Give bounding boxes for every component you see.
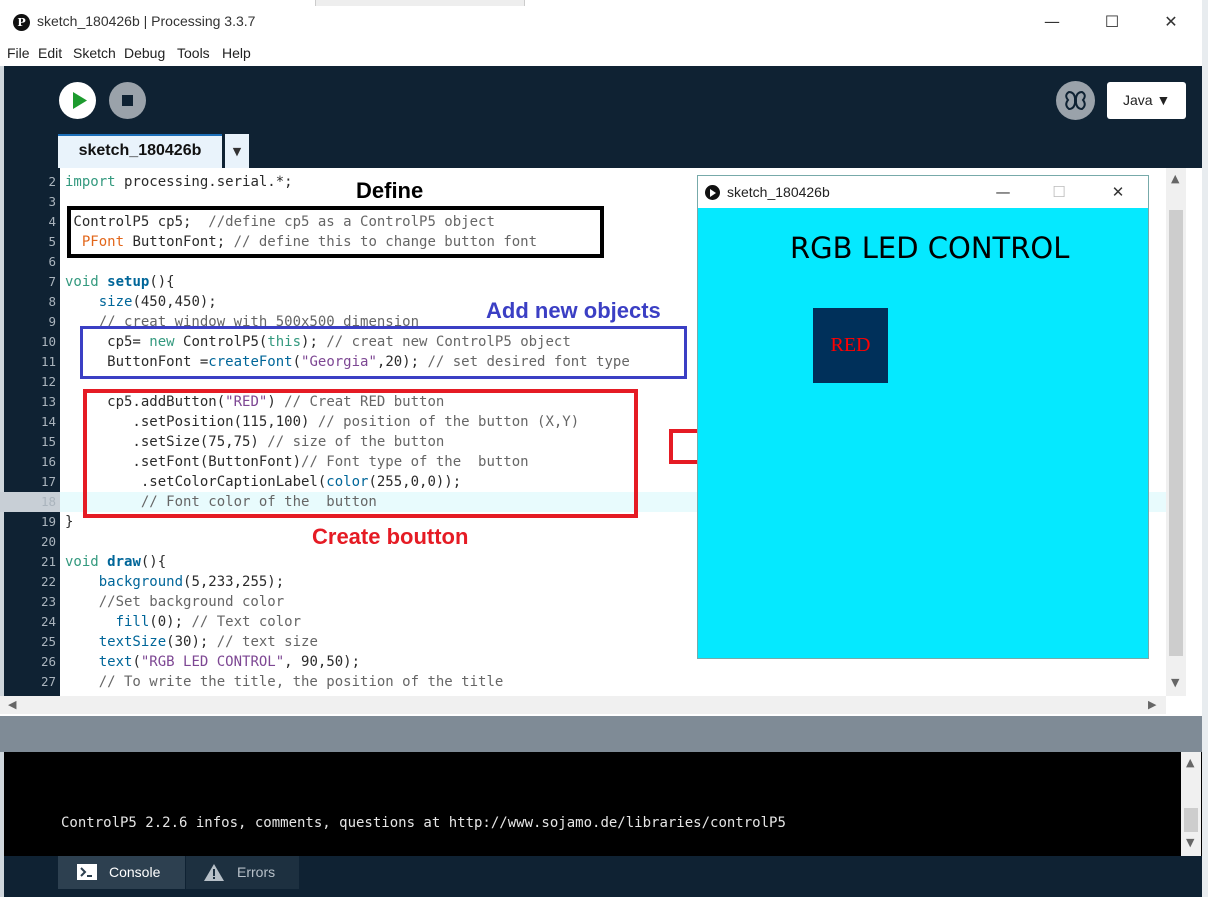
console-tab-label: Console bbox=[109, 864, 161, 880]
line-number: 25 bbox=[40, 634, 56, 649]
create-button-box bbox=[83, 389, 638, 518]
code-line: background(5,233,255); bbox=[98, 574, 285, 590]
console-edge bbox=[0, 752, 4, 856]
tab-menu-arrow[interactable]: ▼ bbox=[225, 134, 249, 168]
line-number: 8 bbox=[48, 294, 56, 309]
line-number: 22 bbox=[40, 574, 56, 589]
scroll-thumb[interactable] bbox=[1169, 210, 1183, 656]
line-number: 23 bbox=[40, 594, 56, 609]
console-scroll-up-icon[interactable]: ▲ bbox=[1186, 756, 1194, 769]
line-number: 19 bbox=[40, 514, 56, 529]
console-tab[interactable]: Console bbox=[58, 856, 185, 889]
line-number: 20 bbox=[40, 534, 56, 549]
code-line: textSize(30); // text size bbox=[98, 634, 318, 650]
close-button[interactable]: ✕ bbox=[1158, 10, 1184, 34]
line-number: 14 bbox=[40, 414, 56, 429]
line-number: 27 bbox=[40, 674, 56, 689]
status-divider[interactable] bbox=[0, 716, 1202, 752]
sketch-app-icon bbox=[705, 185, 720, 200]
title-bar: P sketch_180426b | Processing 3.3.7 — ☐ … bbox=[0, 0, 1202, 44]
code-line: } bbox=[65, 514, 74, 530]
play-icon bbox=[73, 92, 87, 109]
code-line: void setup(){ bbox=[65, 274, 175, 290]
menu-edit[interactable]: Edit bbox=[38, 45, 62, 61]
code-line: // To write the title, the position of t… bbox=[98, 674, 504, 690]
line-number: 15 bbox=[40, 434, 56, 449]
errors-tab[interactable]: Errors bbox=[186, 856, 299, 889]
maximize-button[interactable]: ☐ bbox=[1099, 10, 1125, 34]
debug-mode-button[interactable] bbox=[1056, 81, 1095, 120]
sketch-window-title: sketch_180426b bbox=[727, 184, 830, 200]
code-line: size(450,450); bbox=[98, 294, 217, 310]
create-button-label: Create boutton bbox=[312, 524, 469, 549]
minimize-button[interactable]: — bbox=[1039, 10, 1065, 34]
line-number: 21 bbox=[40, 554, 56, 569]
line-number: 6 bbox=[48, 254, 56, 269]
sketch-close-button[interactable]: ✕ bbox=[1105, 180, 1131, 204]
menu-sketch[interactable]: Sketch bbox=[73, 45, 116, 61]
warning-icon bbox=[204, 864, 224, 881]
stop-button[interactable] bbox=[109, 82, 146, 119]
mode-selector[interactable]: Java ▼ bbox=[1107, 82, 1186, 119]
errors-tab-label: Errors bbox=[237, 864, 276, 880]
background-window-edge bbox=[1202, 0, 1208, 897]
line-number: 24 bbox=[40, 614, 56, 629]
scroll-up-icon[interactable]: ▲ bbox=[1171, 172, 1179, 185]
sketch-window: sketch_180426b — ☐ ✕ RGB LED CONTROL RED bbox=[697, 175, 1149, 659]
code-line: fill(0); // Text color bbox=[115, 614, 302, 630]
butterfly-icon bbox=[1065, 90, 1086, 111]
console-scroll-thumb[interactable] bbox=[1184, 808, 1198, 832]
sketch-minimize-button[interactable]: — bbox=[990, 180, 1016, 204]
line-number: 2 bbox=[48, 174, 56, 189]
define-label: Define bbox=[356, 178, 424, 203]
scroll-left-icon[interactable]: ◀ bbox=[8, 698, 16, 711]
add-objects-box bbox=[80, 326, 687, 379]
line-number: 9 bbox=[48, 314, 56, 329]
line-number: 4 bbox=[48, 214, 56, 229]
menu-help[interactable]: Help bbox=[222, 45, 251, 61]
console-scrollbar[interactable]: ▲ ▼ bbox=[1181, 752, 1201, 856]
line-number: 18 bbox=[40, 494, 56, 509]
line-number: 16 bbox=[40, 454, 56, 469]
code-line: void draw(){ bbox=[65, 554, 167, 570]
scroll-down-icon[interactable]: ▼ bbox=[1171, 676, 1179, 689]
red-button[interactable]: RED bbox=[813, 308, 888, 383]
line-number: 11 bbox=[40, 354, 56, 369]
line-number: 26 bbox=[40, 654, 56, 669]
tab-sketch[interactable]: sketch_180426b bbox=[58, 134, 222, 168]
editor-vertical-scrollbar[interactable]: ▲ ▼ bbox=[1166, 168, 1186, 696]
sketch-title-bar: sketch_180426b — ☐ ✕ bbox=[698, 176, 1148, 208]
line-number: 13 bbox=[40, 394, 56, 409]
define-box bbox=[67, 206, 604, 258]
menu-tools[interactable]: Tools bbox=[177, 45, 210, 61]
processing-logo-icon: P bbox=[13, 14, 30, 31]
menu-file[interactable]: File bbox=[7, 45, 30, 61]
bottom-edge bbox=[0, 856, 4, 897]
line-number: 7 bbox=[48, 274, 56, 289]
editor-horizontal-scrollbar[interactable]: ◀ ▶ bbox=[0, 696, 1166, 714]
run-button[interactable] bbox=[59, 82, 96, 119]
console-message: ControlP5 2.2.6 infos, comments, questio… bbox=[61, 815, 786, 831]
code-line: import processing.serial.*; bbox=[65, 174, 293, 190]
code-line: //Set background color bbox=[98, 594, 285, 610]
stop-icon bbox=[122, 95, 133, 106]
background-window-tab bbox=[315, 0, 525, 6]
line-number: 17 bbox=[40, 474, 56, 489]
scroll-right-icon[interactable]: ▶ bbox=[1148, 698, 1156, 711]
menu-debug[interactable]: Debug bbox=[124, 45, 165, 61]
line-number: 10 bbox=[40, 334, 56, 349]
menu-bar: File Edit Sketch Debug Tools Help bbox=[0, 44, 1202, 66]
code-line: text("RGB LED CONTROL", 90,50); bbox=[98, 654, 361, 670]
console-area: ControlP5 2.2.6 infos, comments, questio… bbox=[0, 752, 1202, 856]
add-objects-label: Add new objects bbox=[486, 298, 661, 323]
toolbar-edge bbox=[0, 66, 4, 168]
console-icon bbox=[77, 864, 97, 880]
window-title: sketch_180426b | Processing 3.3.7 bbox=[37, 13, 256, 29]
sketch-heading: RGB LED CONTROL bbox=[790, 231, 1070, 265]
line-number: 12 bbox=[40, 374, 56, 389]
sketch-maximize-button[interactable]: ☐ bbox=[1046, 180, 1072, 204]
line-number: 3 bbox=[48, 194, 56, 209]
console-scroll-down-icon[interactable]: ▼ bbox=[1186, 836, 1194, 849]
line-number: 5 bbox=[48, 234, 56, 249]
